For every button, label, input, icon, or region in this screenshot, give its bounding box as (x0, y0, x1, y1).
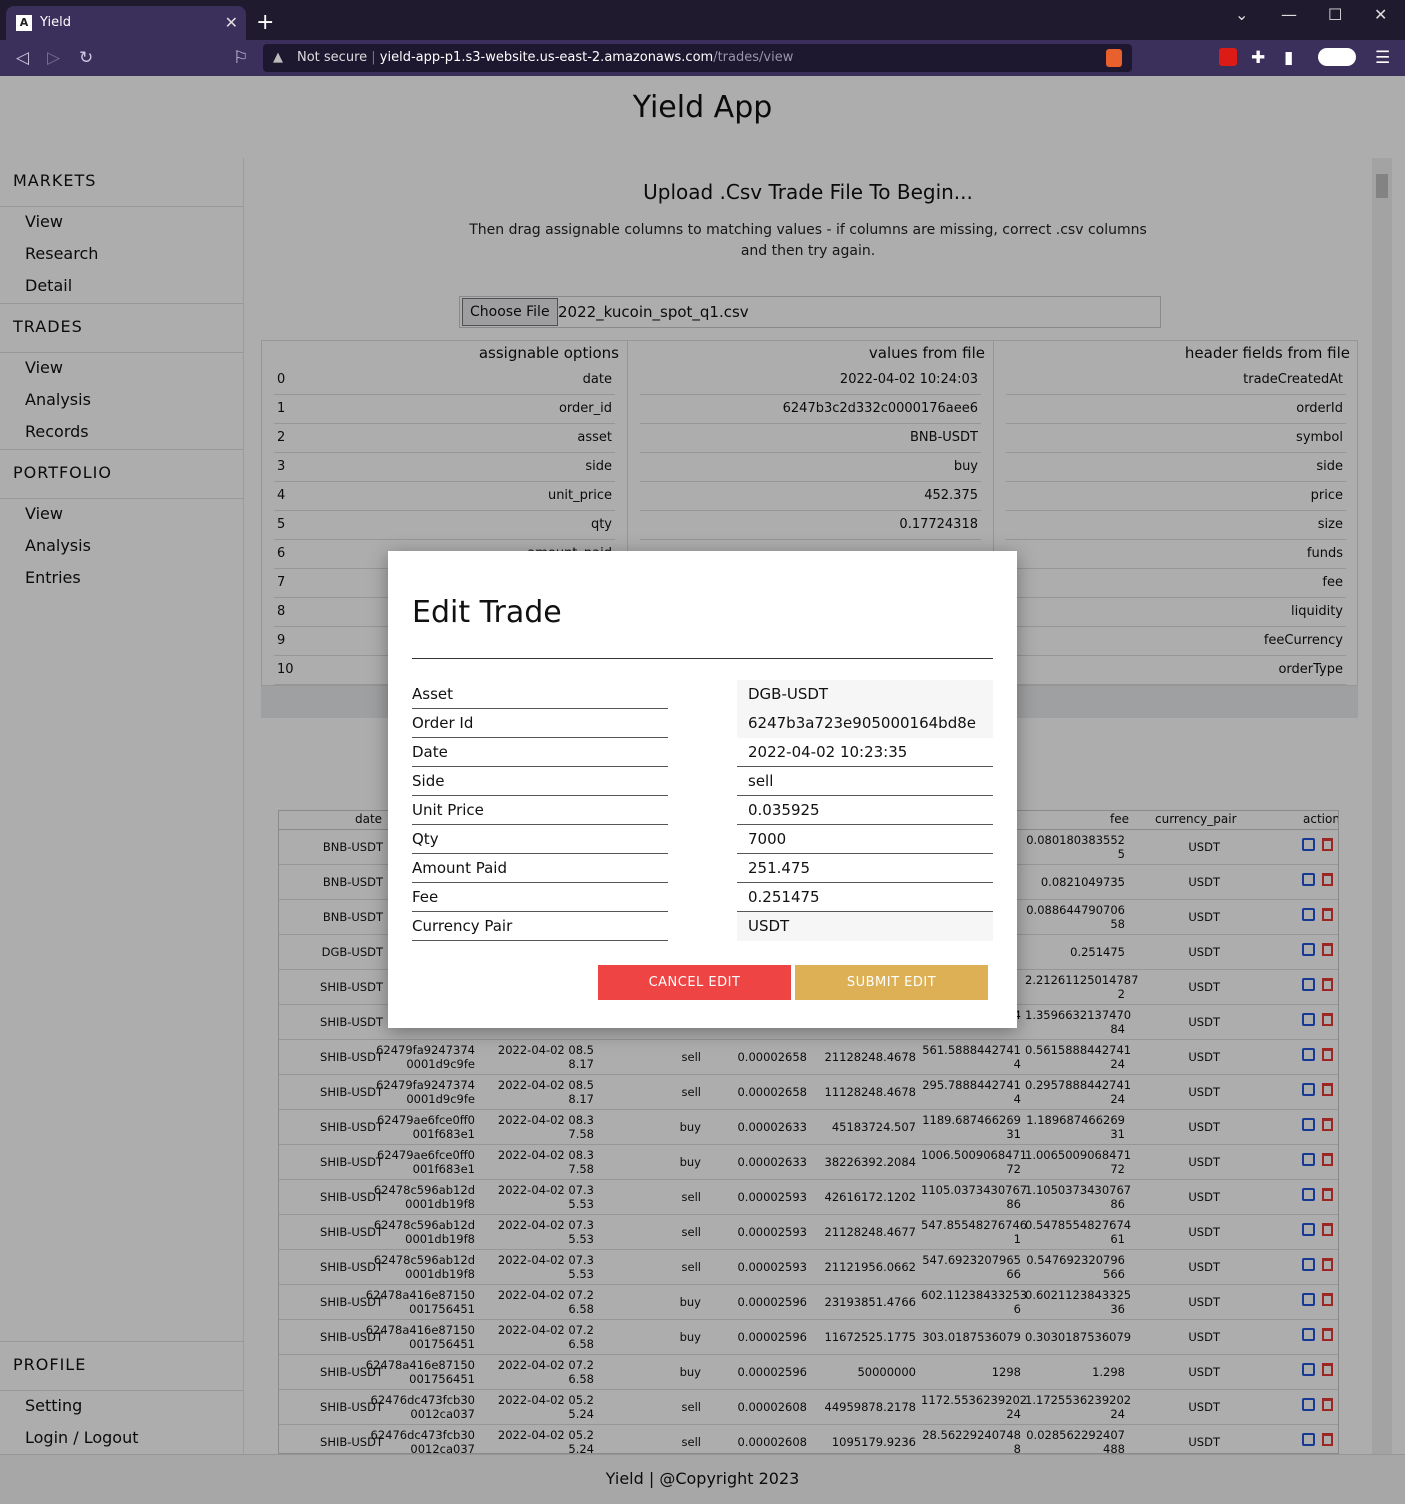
close-window-icon[interactable]: ✕ (1374, 4, 1387, 26)
angular-logo-icon: A (16, 15, 32, 31)
field-label: Qty (412, 825, 668, 854)
field-input[interactable]: sell (737, 767, 993, 796)
field-label: Side (412, 767, 668, 796)
field-label: Amount Paid (412, 854, 668, 883)
modal-title: Edit Trade (412, 595, 562, 630)
security-label: Not secure (297, 50, 368, 65)
field-input[interactable]: 0.035925 (737, 796, 993, 825)
field-label: Asset (412, 680, 668, 709)
field-label: Order Id (412, 709, 668, 738)
address-bar[interactable]: ▲ Not secure | yield-app-p1.s3-website.u… (263, 44, 1132, 72)
tab-bar: A Yield ✕ + ⌄ — ☐ ✕ (0, 0, 1405, 40)
bookmark-icon[interactable]: ⚐ (233, 48, 248, 68)
submit-edit-button[interactable]: SUBMIT EDIT (795, 965, 988, 1000)
close-tab-icon[interactable]: ✕ (225, 6, 238, 40)
field-input[interactable]: 251.475 (737, 854, 993, 883)
browser-chrome: A Yield ✕ + ⌄ — ☐ ✕ ◁ ▷ ↻ ⚐ ▲ Not secure… (0, 0, 1405, 76)
url-host: yield-app-p1.s3-website.us-east-2.amazon… (379, 50, 714, 65)
warning-icon: ▲ (273, 50, 283, 65)
tab-search-icon[interactable]: ⌄ (1235, 4, 1248, 26)
field-input[interactable]: 6247b3a723e905000164bd8e (737, 709, 993, 738)
menu-icon[interactable]: ☰ (1375, 48, 1390, 68)
browser-toolbar: ◁ ▷ ↻ ⚐ ▲ Not secure | yield-app-p1.s3-w… (0, 40, 1405, 76)
browser-tab[interactable]: A Yield ✕ (6, 6, 246, 40)
minimize-icon[interactable]: — (1281, 4, 1297, 26)
sidebar-toggle-icon[interactable]: ▮ (1284, 48, 1293, 68)
field-input[interactable]: 2022-04-02 10:23:35 (737, 738, 993, 767)
maximize-icon[interactable]: ☐ (1328, 4, 1342, 26)
reload-icon[interactable]: ↻ (79, 48, 93, 68)
new-tab-button[interactable]: + (256, 6, 274, 40)
field-label: Fee (412, 883, 668, 912)
field-label: Unit Price (412, 796, 668, 825)
cancel-edit-button[interactable]: CANCEL EDIT (598, 965, 791, 1000)
field-input[interactable]: USDT (737, 912, 993, 941)
extensions-icon[interactable]: ✚ (1251, 48, 1265, 68)
forward-icon[interactable]: ▷ (47, 48, 60, 68)
field-input[interactable]: DGB-USDT (737, 680, 993, 709)
brave-shield-icon[interactable] (1106, 49, 1122, 67)
divider (412, 658, 993, 659)
back-icon[interactable]: ◁ (16, 48, 29, 68)
url-path: /trades/view (713, 50, 794, 65)
field-input[interactable]: 0.251475 (737, 883, 993, 912)
private-profile-icon[interactable] (1318, 48, 1356, 66)
angular-devtools-icon[interactable] (1219, 48, 1237, 66)
edit-trade-modal: Edit Trade Asset DGB-USDT Order Id 6247b3a7… (388, 551, 1017, 1028)
field-label: Date (412, 738, 668, 767)
tab-title: Yield (40, 15, 71, 30)
field-label: Currency Pair (412, 912, 668, 941)
field-input[interactable]: 7000 (737, 825, 993, 854)
